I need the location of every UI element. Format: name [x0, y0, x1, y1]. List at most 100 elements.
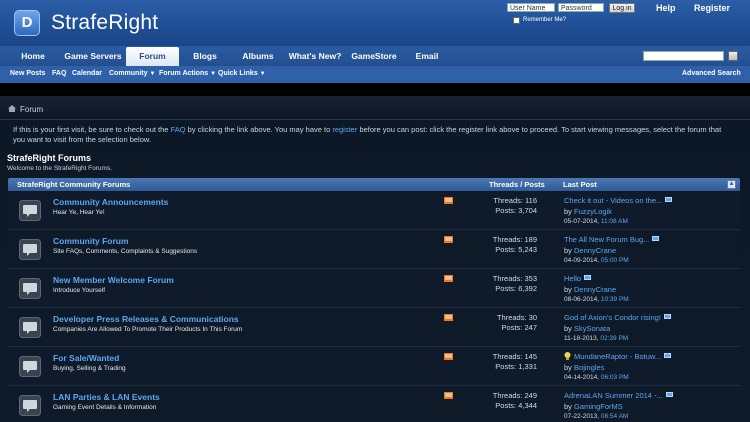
table-row: Community Forum Site FAQs, Comments, Com…	[8, 231, 740, 269]
chevron-down-icon: ▼	[210, 71, 217, 77]
subnav-faq[interactable]: FAQ	[52, 70, 66, 77]
rss-icon[interactable]	[444, 353, 453, 360]
notice-text: If this is your first visit, be sure to …	[13, 125, 171, 134]
site-logo-text[interactable]: StrafeRight	[51, 11, 158, 35]
forum-status-icon	[19, 317, 41, 338]
lightbulb-icon	[564, 352, 571, 360]
thread-post-stats: Threads: 353 Posts: 6,392	[460, 274, 537, 294]
remember-me-label: Remember Me?	[523, 17, 567, 23]
last-post-title-link[interactable]: AdrenaLAN Summer 2014 -...	[564, 391, 673, 400]
tab-email[interactable]: Email	[412, 46, 442, 66]
subnav-community[interactable]: Community ▼	[109, 70, 155, 77]
rss-icon[interactable]	[444, 392, 453, 399]
advanced-search-link[interactable]: Advanced Search	[682, 70, 741, 77]
forum-status-icon	[19, 200, 41, 221]
forum-title-link[interactable]: Community Announcements	[53, 197, 168, 207]
author-link[interactable]: Bojingles	[574, 363, 604, 372]
table-row: Community Announcements Hear Ye, Hear Ye…	[8, 192, 740, 230]
forum-title-link[interactable]: For Sale/Wanted	[53, 353, 119, 363]
by-label: by	[564, 402, 575, 411]
go-to-post-icon[interactable]	[663, 314, 671, 319]
last-post-title: MundaneRaptor - Botuw...	[574, 352, 662, 361]
collapse-icon[interactable]: ▴	[727, 180, 736, 189]
login-button[interactable]: Log in	[609, 3, 635, 13]
search-button[interactable]	[728, 51, 738, 61]
thread-post-stats: Threads: 145 Posts: 1,331	[460, 352, 537, 372]
register-link[interactable]: Register	[694, 3, 730, 13]
tab-game-servers[interactable]: Game Servers	[58, 46, 128, 66]
tab-home[interactable]: Home	[14, 46, 52, 66]
last-post-title: AdrenaLAN Summer 2014 -...	[564, 391, 663, 400]
table-header: StrafeRight Community Forums Threads / P…	[8, 178, 740, 191]
last-post-author: by DennyCrane	[564, 246, 616, 255]
threads-count: Threads: 353	[492, 274, 537, 283]
last-post-author: by FuzzyLogik	[564, 207, 612, 216]
forum-title-link[interactable]: New Member Welcome Forum	[53, 275, 174, 285]
last-post-author: by SkySonata	[564, 324, 610, 333]
posts-count: Posts: 4,344	[495, 401, 537, 410]
tab-blogs[interactable]: Blogs	[186, 46, 224, 66]
table-row: LAN Parties & LAN Events Gaming Event De…	[8, 387, 740, 422]
subnav-calendar[interactable]: Calendar	[72, 70, 102, 77]
logo-icon[interactable]: D	[14, 10, 40, 36]
subnav-forum-actions[interactable]: Forum Actions ▼	[159, 70, 216, 77]
author-link[interactable]: FuzzyLogik	[574, 207, 612, 216]
forum-title-link[interactable]: Developer Press Releases & Communication…	[53, 314, 239, 324]
post-date: 11-18-2013,	[564, 335, 601, 342]
post-time: 06:03 PM	[600, 374, 629, 381]
rss-icon[interactable]	[444, 236, 453, 243]
tab-whats-new[interactable]: What's New?	[287, 46, 343, 66]
last-post-date: 11-18-2013, 02:39 PM	[564, 335, 628, 342]
table-row: Developer Press Releases & Communication…	[8, 309, 740, 347]
username-input[interactable]: User Name	[507, 3, 555, 12]
go-to-post-icon[interactable]	[665, 392, 673, 397]
rss-icon[interactable]	[444, 197, 453, 204]
thread-post-stats: Threads: 116 Posts: 3,704	[460, 196, 537, 216]
table-heading[interactable]: StrafeRight Community Forums	[17, 180, 130, 189]
forum-status-icon	[19, 278, 41, 299]
last-post-title-link[interactable]: God of Axion's Condor rising!	[564, 313, 671, 322]
last-post-title-link[interactable]: Hello	[564, 274, 592, 283]
go-to-post-icon[interactable]	[652, 236, 660, 241]
last-post-author: by GamingForMS	[564, 402, 623, 411]
last-post-title-link[interactable]: The All New Forum Bug...	[564, 235, 660, 244]
by-label: by	[564, 363, 575, 372]
go-to-post-icon[interactable]	[665, 197, 673, 202]
remember-me-checkbox[interactable]	[513, 17, 520, 24]
threads-count: Threads: 116	[493, 196, 537, 205]
sub-nav: New Posts FAQ Calendar Community ▼ Forum…	[0, 66, 750, 83]
post-time: 10:39 PM	[600, 296, 629, 303]
tab-forum[interactable]: Forum	[126, 47, 179, 66]
home-icon[interactable]	[8, 105, 16, 112]
threads-count: Threads: 145	[492, 352, 537, 361]
subnav-new-posts[interactable]: New Posts	[10, 70, 45, 77]
forum-status-icon	[19, 356, 41, 377]
author-link[interactable]: SkySonata	[574, 324, 610, 333]
rss-icon[interactable]	[444, 314, 453, 321]
last-post-title-link[interactable]: Check it out - Videos on the...	[564, 196, 673, 205]
last-post-title-link[interactable]: MundaneRaptor - Botuw...	[564, 352, 672, 361]
author-link[interactable]: DennyCrane	[574, 285, 616, 294]
go-to-post-icon[interactable]	[584, 275, 592, 280]
last-post-author: by Bojingles	[564, 363, 604, 372]
register-inline-link[interactable]: register	[332, 125, 357, 134]
column-threads-posts: Threads / Posts	[489, 180, 545, 189]
password-input[interactable]: Password	[558, 3, 604, 12]
search-input[interactable]	[643, 51, 724, 61]
author-link[interactable]: GamingForMS	[574, 402, 623, 411]
last-post-date: 05-07-2014, 11:08 AM	[564, 218, 628, 225]
tab-albums[interactable]: Albums	[238, 46, 278, 66]
posts-count: Posts: 5,243	[495, 245, 537, 254]
page-title: StrafeRight Forums	[7, 153, 92, 163]
forum-title-link[interactable]: LAN Parties & LAN Events	[53, 392, 160, 402]
go-to-post-icon[interactable]	[664, 353, 672, 358]
help-link[interactable]: Help	[656, 3, 676, 13]
last-post-title: Check it out - Videos on the...	[564, 196, 663, 205]
faq-link[interactable]: FAQ	[171, 125, 186, 134]
subnav-quick-links[interactable]: Quick Links ▼	[218, 70, 266, 77]
main-content: Forum If this is your first visit, be su…	[0, 96, 750, 422]
rss-icon[interactable]	[444, 275, 453, 282]
forum-title-link[interactable]: Community Forum	[53, 236, 129, 246]
tab-gamestore[interactable]: GameStore	[350, 46, 398, 66]
author-link[interactable]: DennyCrane	[574, 246, 616, 255]
